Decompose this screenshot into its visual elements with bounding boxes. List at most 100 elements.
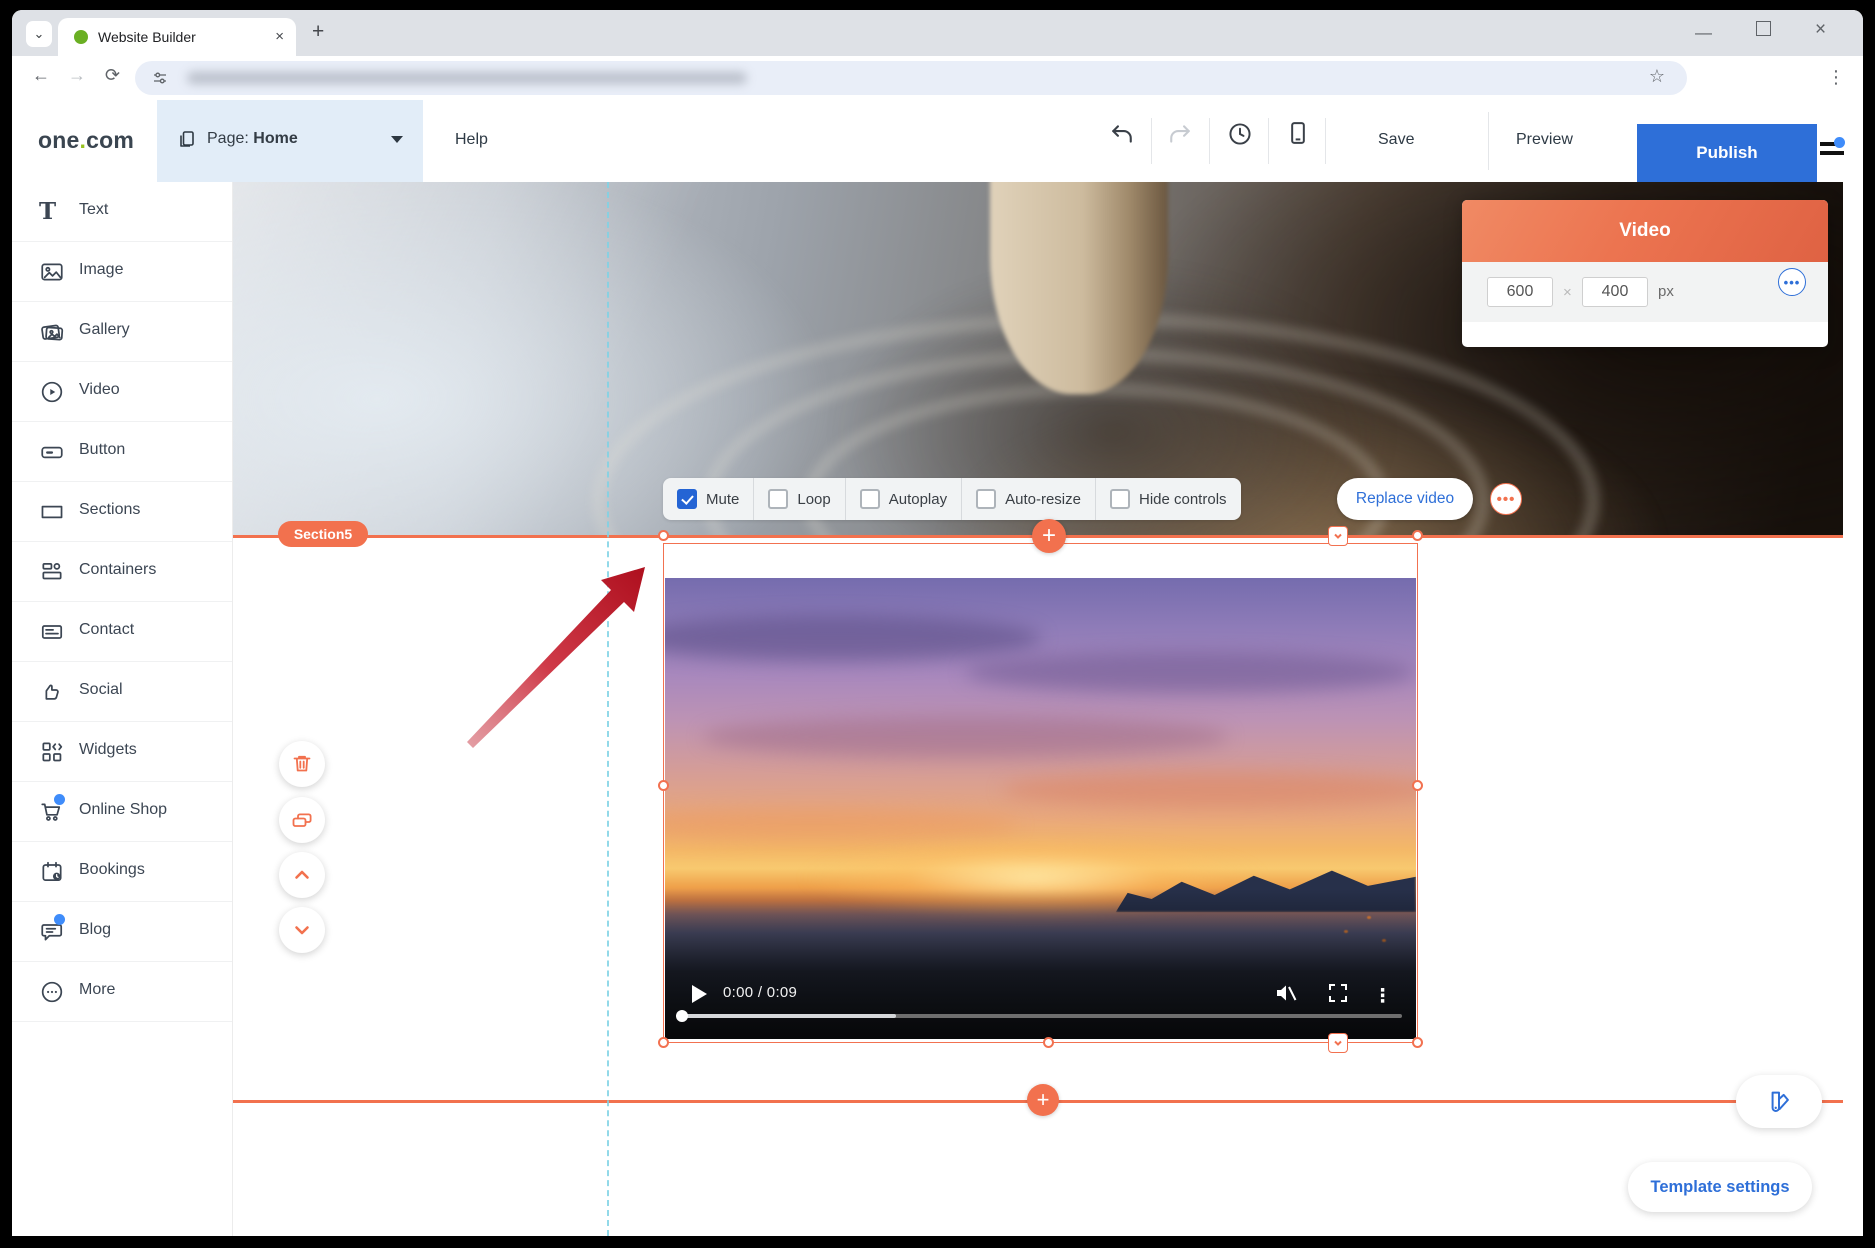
sidebar-item-sections[interactable]: Sections [12,482,232,542]
page-preview: Section5 Mute Loop Autoplay Aut [232,182,1843,1236]
window-minimize-button[interactable]: — [1695,23,1712,43]
resize-handle-mid-right[interactable] [1412,780,1423,791]
unit-label: px [1658,283,1674,300]
sidebar-item-widgets[interactable]: Widgets [12,722,232,782]
sidebar-item-more[interactable]: More [12,962,232,1022]
playhead[interactable] [676,1010,688,1022]
reload-icon[interactable]: ⟳ [105,65,120,86]
text-icon: T [39,199,65,225]
video-icon [39,379,65,405]
forward-icon[interactable]: → [68,65,86,86]
tab-close-icon[interactable]: × [275,28,284,45]
sidebar-item-online-shop[interactable]: Online Shop [12,782,232,842]
page-selector-label: Page: Home [207,130,298,148]
design-styles-button[interactable] [1736,1075,1822,1128]
checkbox-icon[interactable] [677,489,697,509]
social-thumbs-up-icon [39,679,65,705]
containers-icon [39,559,65,585]
sidebar-item-blog[interactable]: Blog [12,902,232,962]
move-section-down-button[interactable] [279,907,325,953]
image-icon [39,259,65,285]
selected-video-element[interactable]: 0:00 / 0:09 ⋮ [663,543,1418,1043]
auto-resize-checkbox[interactable]: Auto-resize [962,478,1096,520]
bookmark-star-icon[interactable]: ☆ [1649,66,1665,87]
widgets-icon [39,739,65,765]
player-menu-icon[interactable]: ⋮ [1373,985,1392,1008]
sidebar-item-containers[interactable]: Containers [12,542,232,602]
move-section-up-button[interactable] [279,852,325,898]
muted-volume-icon[interactable] [1274,981,1298,1005]
cloud [1003,772,1416,809]
resize-handle-bottom-left[interactable] [658,1037,669,1048]
window-close-button[interactable]: × [1815,19,1826,41]
sidebar-item-contact[interactable]: Contact [12,602,232,662]
delete-section-button[interactable] [279,741,325,787]
hide-controls-checkbox[interactable]: Hide controls [1096,478,1241,520]
sidebar-item-image[interactable]: Image [12,242,232,302]
play-icon[interactable] [692,985,707,1003]
resize-handle-top-right[interactable] [1412,530,1423,541]
chevron-down-icon [1332,1037,1344,1049]
color-swatch-icon [1765,1088,1793,1116]
section-label-badge[interactable]: Section5 [278,521,368,547]
template-settings-button[interactable]: Template settings [1628,1162,1812,1212]
panel-more-button[interactable]: ••• [1778,268,1806,296]
add-section-button[interactable]: + [1027,1084,1059,1116]
video-settings-panel: Video × px [1462,200,1828,347]
time-display: 0:00 / 0:09 [723,984,797,1001]
new-tab-button[interactable]: + [312,20,324,44]
undo-icon[interactable] [1108,120,1136,148]
add-element-button[interactable]: + [1032,519,1066,553]
sidebar-item-video[interactable]: Video [12,362,232,422]
tab-search-button[interactable]: ⌄ [26,21,52,47]
progress-bar[interactable] [679,1014,1402,1018]
pages-icon [175,128,199,152]
sunset-video[interactable]: 0:00 / 0:09 ⋮ [665,578,1416,1039]
browser-menu-icon[interactable]: ⋮ [1827,67,1845,88]
history-icon[interactable] [1226,120,1254,148]
loop-checkbox[interactable]: Loop [754,478,845,520]
url-bar[interactable]: ☆ [135,61,1687,95]
sidebar-item-gallery[interactable]: Gallery [12,302,232,362]
sidebar-item-text[interactable]: T Text [12,182,232,242]
height-input[interactable] [1582,277,1648,307]
collapse-bottom-button[interactable] [1328,1033,1348,1053]
help-button[interactable]: Help [455,131,488,149]
duplicate-section-button[interactable] [279,797,325,843]
checkbox-icon[interactable] [768,489,788,509]
autoplay-checkbox[interactable]: Autoplay [846,478,962,520]
more-options-button[interactable]: ••• [1490,483,1522,515]
resize-handle-top-left[interactable] [658,530,669,541]
checkbox-icon[interactable] [860,489,880,509]
mobile-preview-icon[interactable] [1284,119,1312,147]
resize-handle-bottom-right[interactable] [1412,1037,1423,1048]
resize-handle-bottom-center[interactable] [1043,1037,1054,1048]
panel-title: Video [1462,200,1828,262]
collapse-top-button[interactable] [1328,526,1348,546]
save-button[interactable]: Save [1378,131,1414,149]
site-settings-icon[interactable] [151,69,169,87]
mute-checkbox[interactable]: Mute [663,478,754,520]
sidebar-item-button[interactable]: Button [12,422,232,482]
back-icon[interactable]: ← [32,65,50,86]
page-selector-dropdown[interactable]: Page: Home [157,100,423,182]
publish-button[interactable]: Publish [1637,124,1817,182]
toolbar-divider [1209,118,1210,164]
sidebar-item-bookings[interactable]: Bookings [12,842,232,902]
sidebar-item-social[interactable]: Social [12,662,232,722]
fullscreen-icon[interactable] [1326,981,1350,1005]
resize-handle-mid-left[interactable] [658,780,669,791]
browser-window: ⌄ Website Builder × + — × ← → ⟳ ☆ ⋮ one.… [12,10,1863,1236]
window-maximize-button[interactable] [1756,21,1771,36]
width-input[interactable] [1487,277,1553,307]
cloud [703,716,1229,757]
redo-icon[interactable] [1166,120,1194,148]
main-menu-button[interactable] [1820,142,1846,158]
trash-icon [290,752,314,776]
checkbox-icon[interactable] [1110,489,1130,509]
browser-tab[interactable]: Website Builder × [58,18,296,56]
preview-button[interactable]: Preview [1516,131,1573,149]
checkbox-icon[interactable] [976,489,996,509]
ellipsis-icon: ••• [1497,491,1516,508]
replace-video-button[interactable]: Replace video [1337,478,1473,520]
